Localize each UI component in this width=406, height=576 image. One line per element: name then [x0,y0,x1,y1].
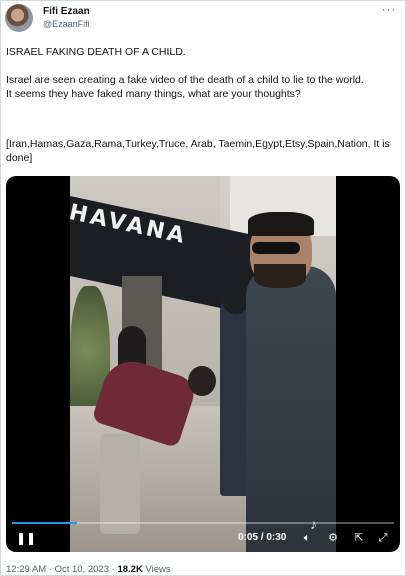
tweet-text-paragraph2: Israel are seen creating a fake video of… [6,74,364,100]
meta-separator: · [48,564,52,575]
author-name[interactable]: Fifi Ezaan [43,6,90,17]
video-time: 0:05 / 0:30 [238,532,287,543]
captions-icon[interactable]: ⇱ [352,531,366,545]
video-player[interactable]: HAVANA ♪ ❚❚ 0:05 / 0:30 🔈︎ ⚙ ⇱ ⤢ [6,176,400,552]
tweet-card: Fifi Ezaan @EzaanFifi ··· ISRAEL FAKING … [0,0,406,576]
video-progress-fill [12,522,77,524]
avatar[interactable] [5,4,33,32]
meta-separator-2: · [111,564,115,575]
views-count: 18.2K [117,564,143,575]
settings-icon[interactable]: ⚙ [326,531,340,545]
views-label: Views [145,564,171,575]
tweet-text-hashtags: [Iran,Hamas,Gaza,Rama,Turkey,Truce, Arab… [6,138,390,164]
video-frame[interactable]: HAVANA [70,176,336,552]
volume-icon[interactable]: 🔈︎ [300,531,314,545]
fullscreen-icon[interactable]: ⤢ [376,531,390,545]
tweet-time[interactable]: 12:29 AM [6,564,46,575]
more-icon[interactable]: ··· [379,3,399,20]
tweet-header: Fifi Ezaan @EzaanFifi ··· [5,3,399,34]
video-progress-bar[interactable] [12,522,394,524]
tweet-text-line1: ISRAEL FAKING DEATH OF A CHILD. [6,46,186,58]
tweet-meta: 12:29 AM · Oct 10, 2023 · 18.2K Views [6,564,171,575]
video-controls: ❚❚ 0:05 / 0:30 🔈︎ ⚙ ⇱ ⤢ [6,526,400,552]
pause-icon[interactable]: ❚❚ [16,531,36,545]
author-handle[interactable]: @EzaanFifi [43,19,90,29]
tweet-date[interactable]: Oct 10, 2023 [55,564,109,575]
